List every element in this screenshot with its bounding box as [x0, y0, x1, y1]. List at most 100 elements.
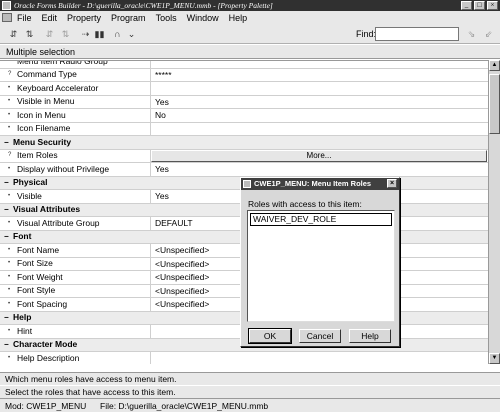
role-item[interactable]: WAIVER_DEV_ROLE [250, 213, 392, 226]
more-button[interactable]: More... [151, 149, 487, 162]
menu-program[interactable]: Program [106, 13, 151, 23]
property-name: − Font [0, 231, 151, 244]
scroll-down-icon[interactable]: ▼ [489, 353, 500, 364]
dialog-title-bar: CWE1P_MENU: Menu Item Roles × [241, 178, 399, 190]
property-name-label: Physical [13, 177, 48, 188]
find-input[interactable] [375, 27, 459, 41]
property-bullet-icon: • [8, 111, 11, 118]
cancel-button[interactable]: Cancel [299, 329, 341, 343]
collapse-icon[interactable]: − [4, 204, 13, 217]
property-name-label: Character Mode [13, 339, 78, 350]
property-name: • Icon Filename [0, 122, 151, 135]
property-class-icon[interactable]: ⇢ [78, 27, 93, 41]
property-value[interactable]: Yes [151, 96, 488, 109]
add-property-icon[interactable]: ⇅ [58, 27, 73, 41]
dialog-close-button[interactable]: × [387, 179, 397, 188]
property-hint: Which menu roles have access to menu ite… [0, 372, 500, 385]
property-value[interactable]: ***** [151, 69, 488, 82]
property-row[interactable]: ? Command Type ***** [0, 68, 488, 82]
property-bullet-icon: • [8, 287, 11, 294]
property-row[interactable]: ? Item Roles More... [0, 149, 488, 163]
property-bullet-icon: • [8, 260, 11, 267]
property-row[interactable]: • Visible in Menu Yes [0, 95, 488, 109]
ok-button[interactable]: OK [248, 328, 292, 344]
intersection-icon[interactable]: ∩ [110, 27, 125, 41]
document-icon[interactable] [2, 13, 12, 22]
property-name-label: Font Style [17, 285, 56, 296]
menu-tools[interactable]: Tools [151, 13, 182, 23]
freeze-icon[interactable]: ⌄ [124, 27, 139, 41]
property-bullet-icon: • [8, 60, 11, 64]
property-value[interactable]: No [151, 109, 488, 122]
property-row[interactable]: • Menu Item Radio Group [0, 60, 488, 69]
menu-help[interactable]: Help [224, 13, 253, 23]
property-bullet-icon: • [8, 84, 11, 91]
property-name: − Help [0, 312, 151, 325]
inherit-icon[interactable]: ⇵ [6, 27, 21, 41]
scroll-up-icon[interactable]: ▲ [489, 60, 500, 71]
property-value[interactable] [151, 352, 488, 364]
property-name-label: Help [13, 312, 32, 323]
menu-window[interactable]: Window [182, 13, 224, 23]
property-name-label: Visible [17, 190, 42, 201]
property-name-label: Font Weight [17, 271, 63, 282]
find-next-icon[interactable]: ⇘ [464, 27, 479, 41]
property-row[interactable]: • Display without Privilege Yes [0, 163, 488, 177]
toolbar: ⇵ ⇅ ⇵ ⇅ ⇢ ▮▮ ∩ ⌄ Find: ⇘ ⇙ [0, 24, 500, 44]
close-button[interactable]: × [487, 1, 498, 10]
property-value[interactable]: More... [151, 149, 488, 163]
roles-list[interactable]: WAIVER_DEV_ROLE [247, 210, 395, 322]
property-name-label: Display without Privilege [17, 163, 110, 174]
property-row[interactable]: • Keyboard Accelerator [0, 82, 488, 96]
menu-file[interactable]: File [12, 13, 37, 23]
property-bullet-icon: • [8, 300, 11, 307]
help-button[interactable]: Help [349, 329, 391, 343]
property-category[interactable]: − Menu Security [0, 136, 488, 150]
property-name: • Keyboard Accelerator [0, 82, 151, 95]
collapse-icon[interactable]: − [4, 177, 13, 190]
property-name: ? Command Type [0, 68, 151, 81]
property-value[interactable] [151, 123, 488, 136]
menu-edit[interactable]: Edit [37, 13, 63, 23]
property-value[interactable] [151, 82, 488, 95]
maximize-button[interactable]: □ [474, 1, 485, 10]
menu-item-roles-dialog: CWE1P_MENU: Menu Item Roles × Roles with… [240, 177, 400, 347]
property-bullet-icon: • [8, 246, 11, 253]
property-name: − Visual Attributes [0, 204, 151, 217]
paste-properties-icon[interactable]: ⇵ [42, 27, 57, 41]
minimize-button[interactable]: _ [461, 1, 472, 10]
property-value[interactable] [151, 61, 488, 68]
collapse-icon[interactable]: − [4, 136, 13, 149]
find-previous-icon[interactable]: ⇙ [481, 27, 496, 41]
status-bar: Mod: CWE1P_MENU File: D:\guerilla_oracle… [0, 398, 500, 412]
status-message: Select the roles that have access to thi… [0, 386, 500, 398]
vertical-scrollbar[interactable]: ▲ ▼ [488, 60, 500, 364]
property-row[interactable]: • Icon Filename [0, 122, 488, 136]
status-module: Mod: CWE1P_MENU [5, 401, 87, 411]
property-name-label: Font Spacing [17, 298, 68, 309]
property-name: • Font Spacing [0, 298, 151, 311]
property-value[interactable]: Yes [151, 163, 488, 176]
chart-icon[interactable]: ▮▮ [92, 27, 107, 41]
property-name: • Visual Attribute Group [0, 217, 151, 230]
menu-bar: File Edit Property Program Tools Window … [0, 11, 500, 24]
selection-label: Multiple selection [0, 45, 500, 59]
collapse-icon[interactable]: − [4, 339, 13, 352]
property-row[interactable]: • Help Description [0, 352, 488, 364]
property-bullet-icon: • [8, 219, 11, 226]
property-bullet-icon: • [8, 273, 11, 280]
collapse-icon[interactable]: − [4, 231, 13, 244]
property-bullet-icon: • [8, 192, 11, 199]
copy-properties-icon[interactable]: ⇅ [22, 27, 37, 41]
collapse-icon[interactable]: − [4, 312, 13, 325]
property-name: • Font Style [0, 284, 151, 297]
property-name-label: Visual Attribute Group [17, 217, 100, 228]
property-bullet-icon: • [8, 165, 11, 172]
property-row[interactable]: • Icon in Menu No [0, 109, 488, 123]
dialog-title: CWE1P_MENU: Menu Item Roles [254, 179, 372, 188]
scroll-thumb[interactable] [489, 74, 500, 134]
property-name: • Icon in Menu [0, 109, 151, 122]
menu-property[interactable]: Property [62, 13, 106, 23]
property-name-label: Font [13, 231, 32, 242]
property-bullet-icon: • [8, 354, 11, 361]
